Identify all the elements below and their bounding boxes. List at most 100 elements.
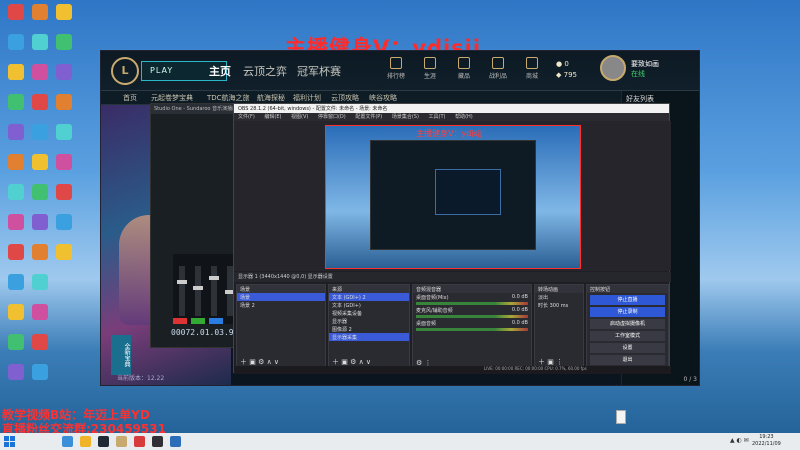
subnav-item[interactable]: 航海探秘 xyxy=(257,93,285,103)
ranking-icon[interactable]: 排行榜 xyxy=(381,57,411,80)
menu-scene-collection[interactable]: 场景集合(S) xyxy=(392,114,419,120)
stop-transport-button[interactable] xyxy=(209,318,223,324)
clock[interactable]: 19:23 2022/11/09 xyxy=(752,434,781,448)
desktop-shortcut-icon[interactable] xyxy=(52,34,76,64)
subnav-item[interactable]: TDC航海之旅 xyxy=(207,93,250,103)
taskbar-app-icon[interactable] xyxy=(134,436,145,447)
menu-tools[interactable]: 工具(T) xyxy=(429,114,446,120)
stop-streaming-button[interactable]: 停止直播 xyxy=(590,295,665,305)
desktop-shortcut-icon[interactable] xyxy=(28,364,52,394)
volume-meter[interactable] xyxy=(416,315,528,318)
source-item[interactable]: 显示器 xyxy=(329,317,409,325)
record-button[interactable] xyxy=(173,318,187,324)
desktop-shortcut-icon[interactable] xyxy=(28,214,52,244)
desktop-shortcut-icon[interactable] xyxy=(28,274,52,304)
desktop-shortcut-icon[interactable] xyxy=(28,244,52,274)
fader[interactable] xyxy=(209,266,219,316)
virtual-camera-button[interactable]: 启动虚拟摄像机 xyxy=(590,319,665,329)
desktop-shortcut-icon[interactable] xyxy=(4,64,28,94)
menu-edit[interactable]: 编辑(E) xyxy=(264,114,281,120)
collection-icon[interactable]: 藏品 xyxy=(449,57,479,80)
studio-mode-button[interactable]: 工作室模式 xyxy=(590,331,665,341)
desktop-shortcut-icon[interactable] xyxy=(52,184,76,214)
source-item[interactable]: 文本 (GDI+) 2 xyxy=(329,293,409,301)
desktop-shortcut-icon[interactable] xyxy=(4,94,28,124)
desktop-shortcut-icon[interactable] xyxy=(52,124,76,154)
obs-status-bar: LIVE: 00:00:00 REC: 00:00:00 CPU: 0.7%, … xyxy=(234,366,671,374)
stop-recording-button[interactable]: 停止录制 xyxy=(590,307,665,317)
desktop-shortcut-icon[interactable] xyxy=(4,244,28,274)
desktop-shortcut-icon[interactable] xyxy=(4,274,28,304)
desktop-shortcut-icon[interactable] xyxy=(52,214,76,244)
subnav-item[interactable]: 云顶攻略 xyxy=(331,93,359,103)
desktop-shortcut-icon[interactable] xyxy=(28,154,52,184)
source-item[interactable]: 视频采集设备 xyxy=(329,309,409,317)
scene-item[interactable]: 场景 2 xyxy=(237,301,325,309)
desktop-shortcut-icon[interactable] xyxy=(4,334,28,364)
scene-item[interactable]: 场景 xyxy=(237,293,325,301)
promo-banner[interactable]: 全新宝典 xyxy=(111,335,131,375)
tab-clash[interactable]: 冠军杯赛 xyxy=(297,63,341,79)
transition-select[interactable]: 淡出 xyxy=(535,293,583,301)
system-tray[interactable]: ▲ ◐ ✉ xyxy=(730,437,749,444)
settings-button[interactable]: 设置 xyxy=(590,343,665,353)
desktop-file-icon[interactable] xyxy=(616,410,626,424)
folder-icon[interactable] xyxy=(80,436,91,447)
taskbar-app-icon[interactable] xyxy=(98,436,109,447)
avatar[interactable] xyxy=(600,55,626,81)
menu-docks[interactable]: 停靠窗口(D) xyxy=(318,114,346,120)
desktop-shortcut-icon[interactable] xyxy=(28,304,52,334)
menu-help[interactable]: 帮助(H) xyxy=(455,114,473,120)
desktop-shortcut-icon[interactable] xyxy=(4,184,28,214)
fader[interactable] xyxy=(193,266,203,316)
desktop-shortcut-icon[interactable] xyxy=(28,94,52,124)
source-item[interactable]: 图像源 2 xyxy=(329,325,409,333)
desktop-shortcut-icon[interactable] xyxy=(4,304,28,334)
windows-start-icon[interactable] xyxy=(4,436,15,447)
subnav-item[interactable]: 元起卷梦宝典 xyxy=(151,93,193,103)
profile-icon[interactable]: 生涯 xyxy=(415,57,445,80)
desktop-shortcut-icon[interactable] xyxy=(52,64,76,94)
loot-icon[interactable]: 战利品 xyxy=(483,57,513,80)
duration-field[interactable]: 时长 300 ms xyxy=(535,301,583,309)
store-icon[interactable]: 商城 xyxy=(517,57,547,80)
exit-button[interactable]: 退出 xyxy=(590,355,665,365)
desktop-shortcut-icon[interactable] xyxy=(4,154,28,184)
subnav-item[interactable]: 首页 xyxy=(123,93,137,103)
source-item[interactable]: 显示器采集 xyxy=(329,333,409,341)
fader[interactable] xyxy=(177,266,187,316)
desktop-shortcut-icon[interactable] xyxy=(4,34,28,64)
desktop-shortcut-icon[interactable] xyxy=(28,4,52,34)
subnav-item[interactable]: 峡谷攻略 xyxy=(369,93,397,103)
desktop-shortcut-icon[interactable] xyxy=(4,364,28,394)
desktop-shortcut-icon[interactable] xyxy=(28,64,52,94)
desktop-shortcut-icon[interactable] xyxy=(28,34,52,64)
desktop-shortcut-icon[interactable] xyxy=(52,244,76,274)
lol-taskbar-icon[interactable] xyxy=(116,436,127,447)
desktop-shortcut-icon[interactable] xyxy=(4,124,28,154)
obs-menubar: 文件(F) 编辑(E) 视图(V) 停靠窗口(D) 配置文件(P) 场景集合(S… xyxy=(234,113,669,121)
app-glyph-icon xyxy=(56,34,72,50)
play-transport-button[interactable] xyxy=(191,318,205,324)
obs-taskbar-icon[interactable] xyxy=(152,436,163,447)
subnav-item[interactable]: 福利计划 xyxy=(293,93,321,103)
desktop-shortcut-icon[interactable] xyxy=(28,184,52,214)
obs-preview[interactable]: 主播健身V：ydjsjj xyxy=(325,125,581,269)
desktop-shortcut-icon[interactable] xyxy=(4,214,28,244)
desktop-shortcut-icon[interactable] xyxy=(28,124,52,154)
source-item[interactable]: 文本 (GDI+) xyxy=(329,301,409,309)
menu-profile[interactable]: 配置文件(P) xyxy=(355,114,382,120)
desktop-shortcut-icon[interactable] xyxy=(4,4,28,34)
taskbar-app-icon[interactable] xyxy=(62,436,73,447)
menu-view[interactable]: 视图(V) xyxy=(291,114,308,120)
taskbar-app-icon[interactable] xyxy=(170,436,181,447)
menu-file[interactable]: 文件(F) xyxy=(238,114,255,120)
desktop-shortcut-icon[interactable] xyxy=(52,4,76,34)
tab-home[interactable]: 主页 xyxy=(209,63,231,79)
tab-tft[interactable]: 云顶之弈 xyxy=(243,63,287,79)
desktop-shortcut-icon[interactable] xyxy=(52,154,76,184)
desktop-shortcut-icon[interactable] xyxy=(52,94,76,124)
desktop-shortcut-icon[interactable] xyxy=(28,334,52,364)
volume-meter[interactable] xyxy=(416,302,528,305)
volume-meter[interactable] xyxy=(416,328,528,331)
